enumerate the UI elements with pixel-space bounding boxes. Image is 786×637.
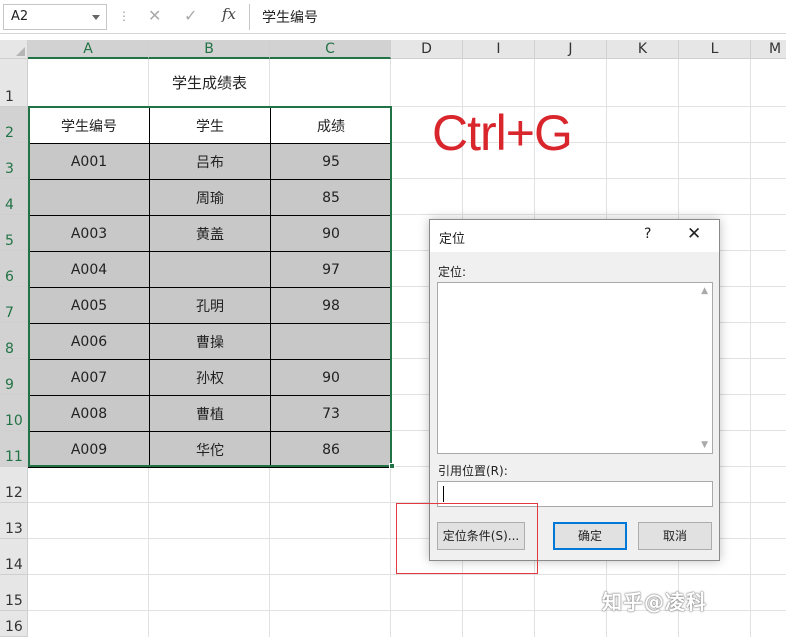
reference-input[interactable] [437, 481, 713, 507]
table-cell[interactable]: 孔明 [149, 287, 271, 324]
insert-function-icon[interactable]: fx [222, 5, 236, 23]
scroll-up-icon[interactable]: ▲ [701, 286, 708, 296]
table-cell[interactable]: A008 [28, 395, 150, 432]
header-cell-student[interactable]: 学生 [149, 107, 271, 144]
cancel-entry-icon[interactable]: ✕ [148, 6, 161, 25]
row-header[interactable]: 8 [0, 323, 28, 359]
table-row: A003 黄盖 90 [28, 215, 392, 252]
table-cell[interactable]: 85 [270, 179, 392, 216]
gridline [28, 574, 786, 575]
formula-bar-splitter-icon[interactable]: ⋮ [118, 9, 130, 23]
table-cell[interactable]: 90 [270, 215, 392, 252]
row-header[interactable]: 3 [0, 143, 28, 179]
scroll-down-icon[interactable]: ▼ [701, 440, 708, 450]
header-cell-score[interactable]: 成绩 [270, 107, 392, 144]
table-cell[interactable]: A003 [28, 215, 150, 252]
name-box[interactable]: A2 [3, 4, 107, 30]
row-header[interactable]: 7 [0, 287, 28, 323]
table-row: A006 曹操 [28, 323, 392, 360]
table-row: A008 曹植 73 [28, 395, 392, 432]
column-header[interactable]: K [607, 40, 679, 59]
row-header[interactable]: 9 [0, 359, 28, 395]
name-box-dropdown-icon[interactable] [92, 15, 100, 20]
column-header[interactable]: I [463, 40, 535, 59]
table-row: A004 97 [28, 251, 392, 288]
table-cell[interactable]: A009 [28, 431, 150, 468]
dialog-titlebar[interactable]: 定位 ? ✕ [430, 220, 719, 252]
row-header[interactable]: 13 [0, 503, 28, 539]
ok-button[interactable]: 确定 [553, 522, 627, 550]
table-row: 周瑜 85 [28, 179, 392, 216]
text-caret [443, 486, 444, 502]
sheet-title-cell[interactable]: 学生成绩表 [28, 59, 391, 107]
table-cell[interactable] [149, 251, 271, 288]
table-cell[interactable]: 73 [270, 395, 392, 432]
table-cell[interactable] [28, 179, 150, 216]
table-cell[interactable]: 98 [270, 287, 392, 324]
gridline [750, 59, 751, 637]
special-button[interactable]: 定位条件(S)... [437, 522, 525, 550]
table-cell[interactable]: 90 [270, 359, 392, 396]
select-all-button[interactable] [0, 40, 28, 59]
column-header[interactable]: M [751, 40, 786, 59]
table-cell[interactable]: 周瑜 [149, 179, 271, 216]
row-header[interactable]: 6 [0, 251, 28, 287]
dialog-title: 定位 [439, 232, 466, 247]
table-row: A005 孔明 98 [28, 287, 392, 324]
table-cell[interactable]: 孙权 [149, 359, 271, 396]
header-cell-student-id[interactable]: 学生编号 [28, 107, 150, 144]
goto-list[interactable]: ▲ ▼ [437, 282, 713, 454]
goto-list-label: 定位: [438, 265, 467, 279]
table-cell[interactable]: 吕布 [149, 143, 271, 180]
goto-dialog: 定位 ? ✕ 定位: ▲ ▼ 引用位置(R): 定位条件(S)... 确定 取消 [429, 219, 720, 561]
row-header[interactable]: 5 [0, 215, 28, 251]
row-header[interactable]: 14 [0, 539, 28, 575]
table-cell[interactable]: 华佗 [149, 431, 271, 468]
formula-input[interactable]: 学生编号 [262, 7, 318, 27]
column-header[interactable]: C [270, 40, 391, 59]
column-header[interactable]: D [391, 40, 463, 59]
name-box-value: A2 [11, 9, 29, 24]
formula-bar: A2 ⋮ ✕ ✓ fx 学生编号 [0, 0, 786, 34]
close-icon[interactable]: ✕ [687, 224, 701, 244]
table-cell[interactable]: 曹操 [149, 323, 271, 360]
formula-bar-divider [249, 4, 250, 30]
fill-handle[interactable] [389, 463, 395, 469]
table-cell[interactable]: 曹植 [149, 395, 271, 432]
row-header[interactable]: 2 [0, 107, 28, 143]
row-header[interactable]: 11 [0, 431, 28, 467]
watermark: 知乎@凌科 [602, 590, 707, 614]
table-cell[interactable] [270, 323, 392, 360]
table-cell[interactable]: 86 [270, 431, 392, 468]
table-cell[interactable]: A007 [28, 359, 150, 396]
table-row: A009 华佗 86 [28, 431, 392, 468]
table-row: A001 吕布 95 [28, 143, 392, 180]
row-header[interactable]: 4 [0, 179, 28, 215]
cancel-button[interactable]: 取消 [638, 522, 712, 550]
row-header[interactable]: 1 [0, 59, 28, 107]
row-header[interactable]: 12 [0, 467, 28, 503]
table-cell[interactable]: A006 [28, 323, 150, 360]
table-cell[interactable]: 95 [270, 143, 392, 180]
column-header[interactable]: J [535, 40, 607, 59]
column-header[interactable]: B [149, 40, 270, 59]
reference-label: 引用位置(R): [438, 464, 508, 478]
table-cell[interactable]: A001 [28, 143, 150, 180]
data-table: 学生编号 学生 成绩 A001 吕布 95 周瑜 85 A003 黄盖 90 A… [28, 107, 392, 468]
table-cell[interactable]: 黄盖 [149, 215, 271, 252]
table-header-row: 学生编号 学生 成绩 [28, 107, 392, 144]
column-header[interactable]: A [28, 40, 149, 59]
help-icon[interactable]: ? [644, 226, 651, 242]
column-header[interactable]: L [679, 40, 751, 59]
confirm-entry-icon[interactable]: ✓ [184, 6, 197, 25]
table-cell[interactable]: A004 [28, 251, 150, 288]
row-header[interactable]: 16 [0, 611, 28, 637]
table-cell[interactable]: A005 [28, 287, 150, 324]
row-header[interactable]: 10 [0, 395, 28, 431]
table-row: A007 孙权 90 [28, 359, 392, 396]
row-header[interactable]: 15 [0, 575, 28, 611]
shortcut-annotation: Ctrl+G [432, 105, 573, 161]
table-cell[interactable]: 97 [270, 251, 392, 288]
